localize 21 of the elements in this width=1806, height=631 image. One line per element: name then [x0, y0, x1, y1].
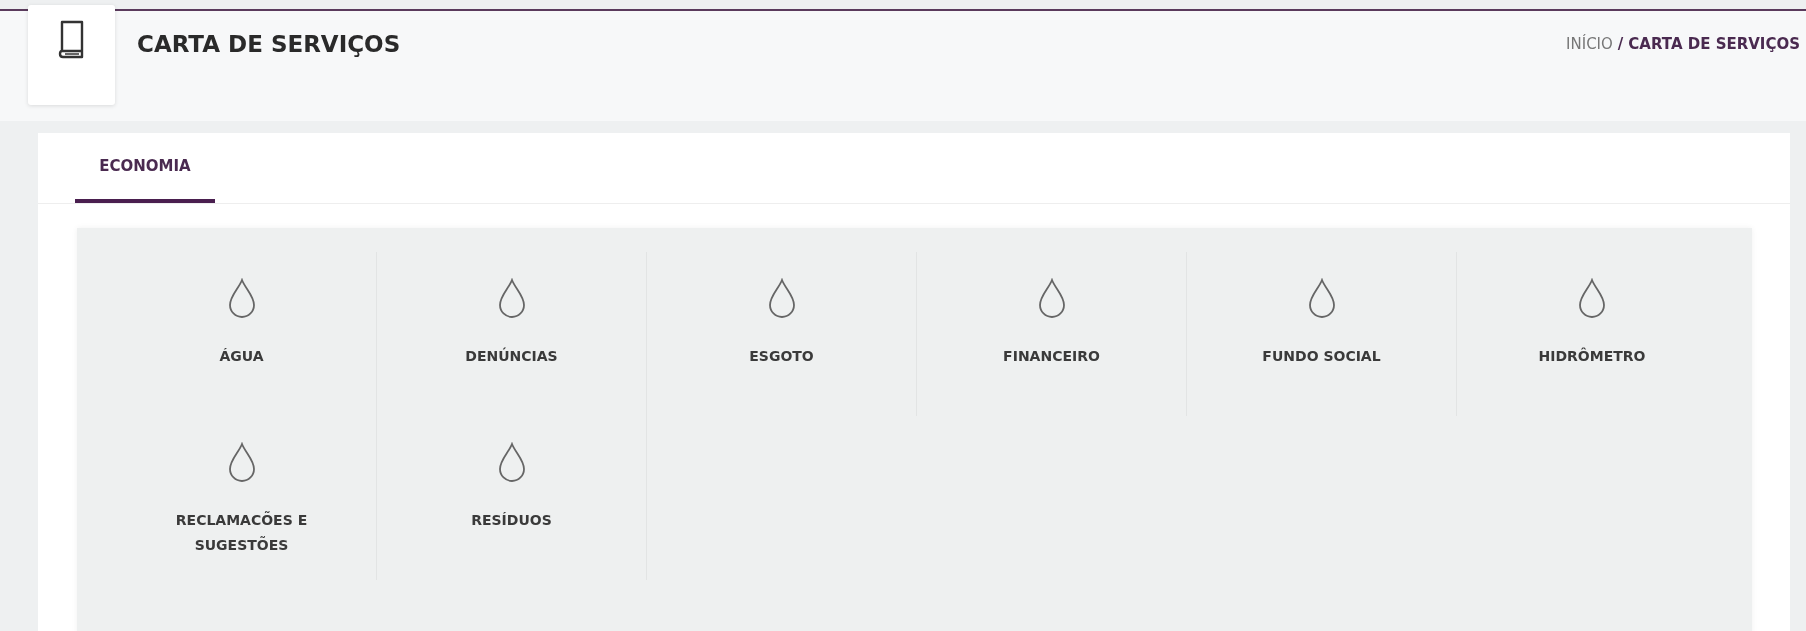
- service-link[interactable]: DENÚNCIAS: [431, 344, 592, 369]
- drop-icon[interactable]: [496, 278, 527, 318]
- service-link[interactable]: ESGOTO: [701, 344, 862, 369]
- service-link[interactable]: FUNDO SOCIAL: [1241, 344, 1402, 369]
- drop-icon[interactable]: [496, 442, 527, 482]
- drop-icon[interactable]: [1036, 278, 1067, 318]
- drop-icon[interactable]: [766, 278, 797, 318]
- breadcrumb-link[interactable]: INÍCIO: [1566, 35, 1613, 53]
- page-title: CARTA DE SERVIÇOS: [137, 31, 401, 57]
- service-link[interactable]: ÁGUA: [161, 344, 322, 369]
- breadcrumb-separator: /: [1617, 35, 1624, 53]
- drop-icon[interactable]: [226, 278, 257, 318]
- drop-icon[interactable]: [226, 442, 257, 482]
- service-link[interactable]: RESÍDUOS: [431, 508, 592, 533]
- service-link[interactable]: RECLAMACÕES E SUGESTÕES: [161, 508, 322, 557]
- drop-icon[interactable]: [1577, 278, 1607, 318]
- breadcrumb-current: CARTA DE SERVIÇOS: [1628, 35, 1800, 53]
- service-link[interactable]: FINANCEIRO: [971, 344, 1132, 369]
- service-link[interactable]: HIDRÔMETRO: [1512, 344, 1672, 369]
- drop-icon[interactable]: [1306, 278, 1337, 318]
- tab[interactable]: ECONOMIA: [75, 133, 215, 203]
